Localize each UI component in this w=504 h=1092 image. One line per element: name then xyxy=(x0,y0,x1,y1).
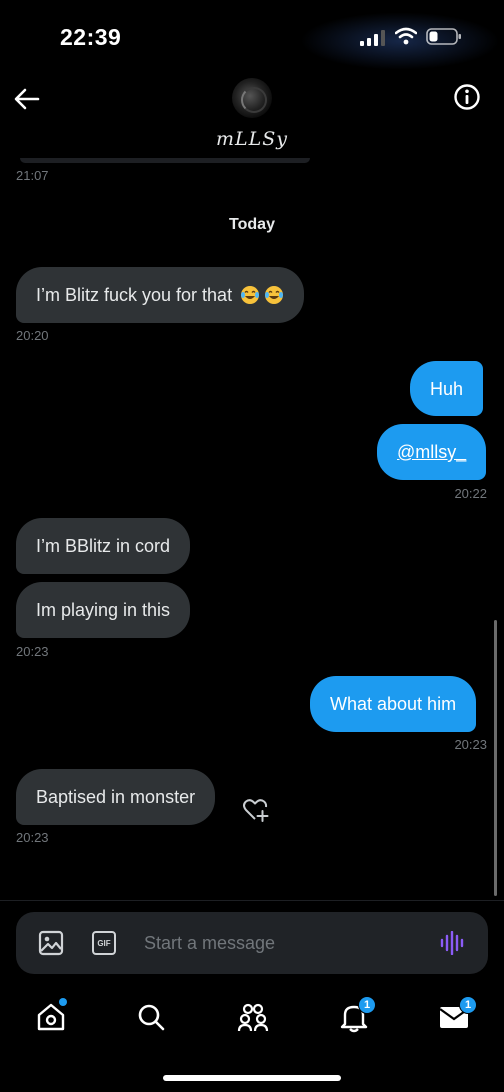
sent-message[interactable]: Huh xyxy=(410,361,484,416)
notifications-badge: 1 xyxy=(358,996,376,1014)
gif-button[interactable]: GIF xyxy=(92,931,116,955)
received-message[interactable]: Im playing in this xyxy=(16,582,191,638)
message-text: Baptised in monster xyxy=(36,787,196,807)
nav-notifications[interactable]: 1 xyxy=(337,996,376,1034)
contact-name[interactable]: mLLSy xyxy=(0,128,504,150)
message-text: Im playing in this xyxy=(36,600,171,620)
message-text: What about him xyxy=(330,694,457,714)
communities-icon xyxy=(237,1003,269,1032)
tears-of-joy-emoji-icon xyxy=(265,286,284,304)
message-text: Huh xyxy=(430,378,464,399)
nav-home[interactable] xyxy=(34,998,68,1034)
message-timestamp: 20:23 xyxy=(16,644,49,659)
sent-message[interactable]: @mllsy_ xyxy=(377,424,487,480)
scrollbar[interactable] xyxy=(494,620,497,896)
received-message[interactable]: Baptised in monster xyxy=(16,769,216,825)
contact-avatar[interactable] xyxy=(232,78,272,118)
divider xyxy=(0,900,504,901)
cellular-signal-icon xyxy=(360,30,385,46)
message-timestamp: 21:07 xyxy=(16,168,49,183)
message-timestamp: 20:20 xyxy=(16,328,49,343)
messages-badge: 1 xyxy=(459,996,477,1014)
add-reaction-heart-icon[interactable] xyxy=(242,797,270,823)
message-timestamp: 20:23 xyxy=(16,830,49,845)
received-message[interactable]: I’m Blitz fuck you for that xyxy=(16,267,305,323)
message-composer: GIF xyxy=(16,912,488,974)
message-text: I’m BBlitz in cord xyxy=(36,536,171,556)
message-timestamp: 20:22 xyxy=(454,486,487,501)
message-timestamp: 20:23 xyxy=(454,737,487,752)
image-icon[interactable] xyxy=(38,930,64,956)
battery-icon xyxy=(426,28,461,45)
date-divider: Today xyxy=(229,216,275,233)
previous-message-bubble[interactable] xyxy=(20,158,310,163)
status-time: 22:39 xyxy=(60,24,122,50)
tears-of-joy-emoji-icon xyxy=(241,286,260,304)
search-icon xyxy=(138,1004,165,1031)
received-message[interactable]: I’m BBlitz in cord xyxy=(16,518,191,574)
info-icon[interactable] xyxy=(453,83,481,111)
back-arrow-icon[interactable] xyxy=(12,84,42,114)
sent-message[interactable]: What about him xyxy=(310,676,477,732)
message-input[interactable] xyxy=(144,926,424,960)
status-bar: 22:39 xyxy=(0,0,504,72)
nav-search[interactable] xyxy=(134,1000,168,1034)
conversation-header: mLLSy xyxy=(0,72,504,162)
message-text: I’m Blitz fuck you for that xyxy=(36,285,233,305)
voice-message-icon[interactable] xyxy=(440,931,466,955)
home-new-dot xyxy=(59,998,67,1006)
gif-label: GIF xyxy=(97,938,111,948)
nav-messages[interactable]: 1 xyxy=(437,996,477,1034)
mention-link[interactable]: @mllsy_ xyxy=(397,441,466,463)
home-indicator[interactable] xyxy=(163,1075,341,1081)
wifi-icon xyxy=(395,27,417,45)
nav-communities[interactable] xyxy=(236,1000,270,1034)
